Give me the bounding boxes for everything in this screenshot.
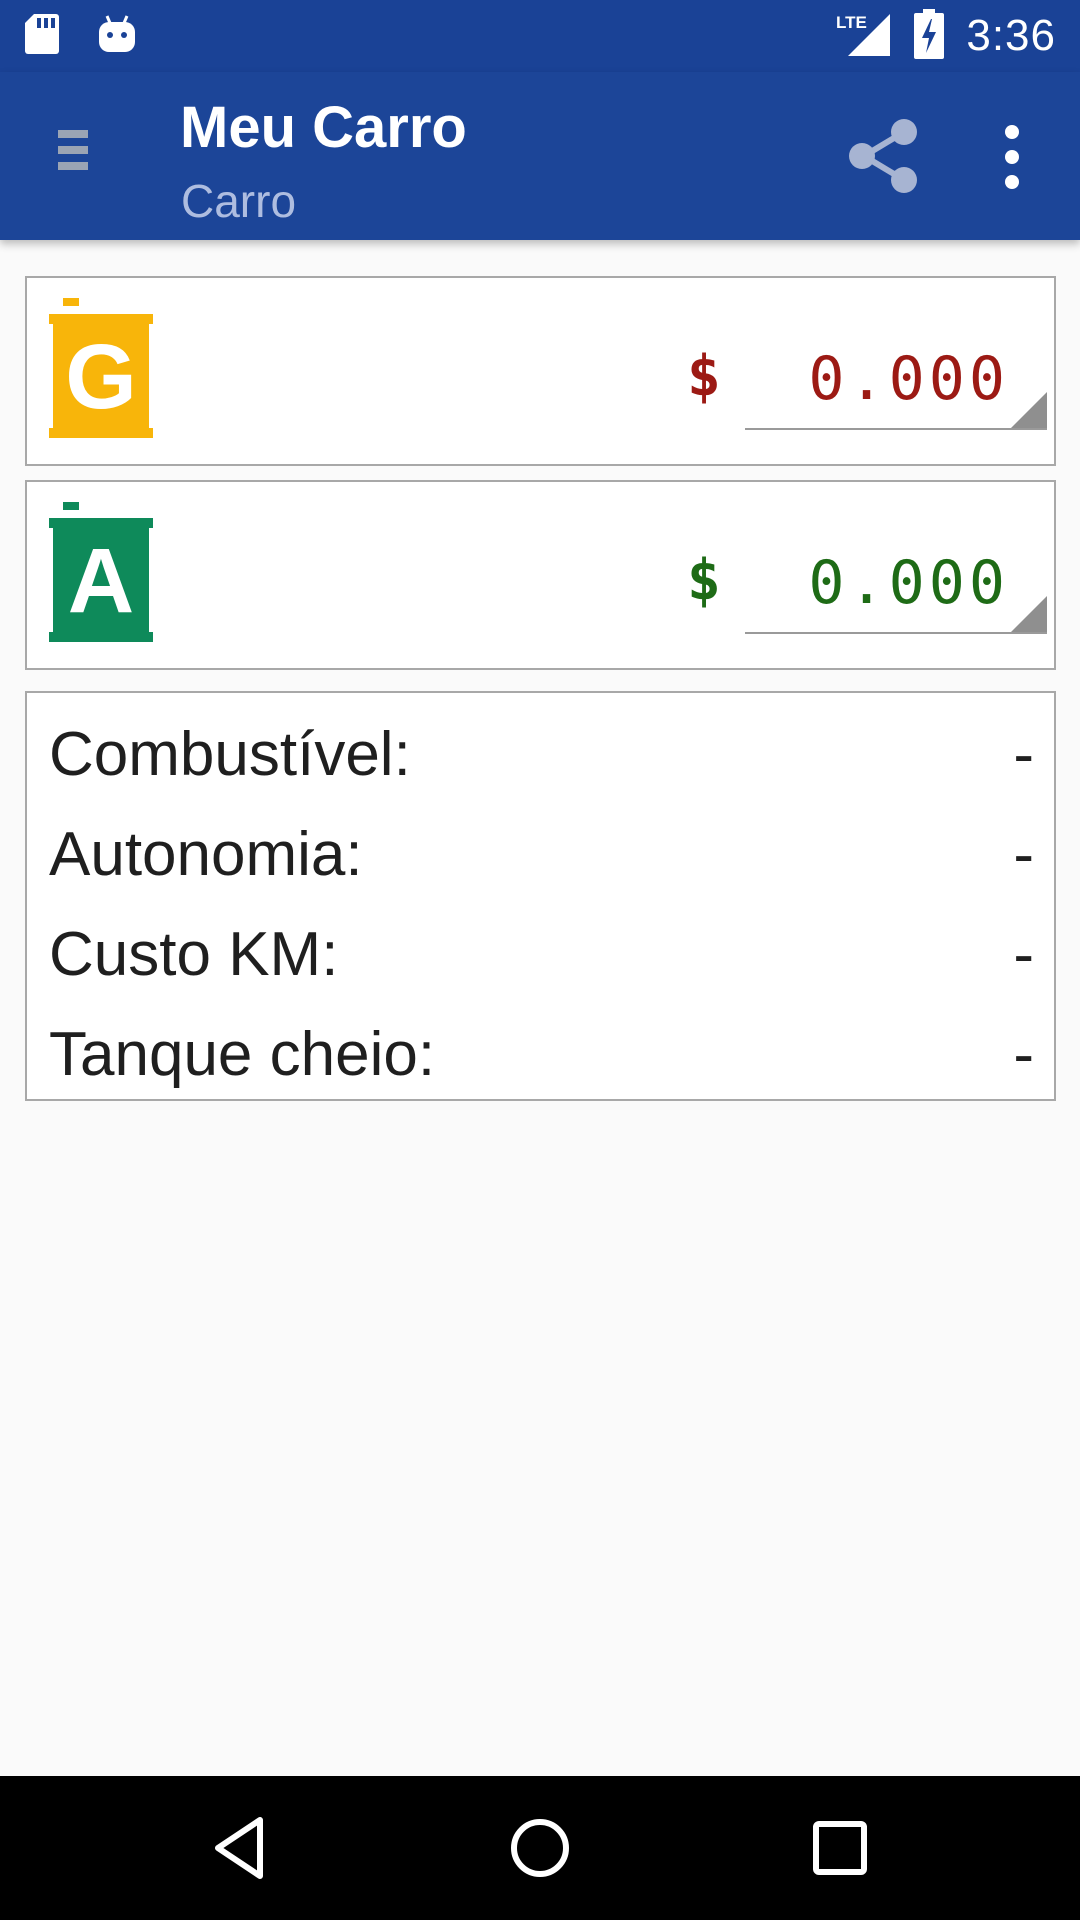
cost-km-label: Custo KM: [49,920,339,989]
alcohol-price-value: 0.000 [808,548,1009,618]
svg-text:A: A [68,530,134,632]
status-bar: LTE 3:36 [0,0,1080,72]
gasoline-price-input[interactable]: 0.000 [745,326,1047,430]
svg-text:LTE: LTE [836,13,867,32]
more-vert-icon [1005,125,1019,189]
recents-button[interactable] [800,1808,880,1888]
sd-card-icon [24,12,60,61]
more-options-button[interactable] [990,122,1034,192]
alcohol-price-input[interactable]: 0.000 [745,530,1047,634]
currency-symbol: $ [687,548,721,613]
back-button[interactable] [200,1808,280,1888]
gasoline-card: G $ 0.000 [25,276,1056,466]
recents-icon [813,1821,867,1875]
autonomy-label: Autonomia: [49,820,363,889]
menu-button[interactable] [50,130,100,182]
battery-charging-icon [914,8,945,64]
status-time: 3:36 [966,11,1056,60]
fuel-label: Combustível: [49,720,411,789]
share-icon [849,119,917,193]
alcohol-card: A $ 0.000 [25,480,1056,670]
gasoline-can-icon: G [49,298,153,448]
fuel-value: - [1013,720,1034,789]
input-corner-indicator [1011,392,1047,428]
full-tank-row: Tanque cheio: - [27,1011,1054,1111]
app-title: Meu Carro [180,95,467,160]
app-subtitle: Carro [181,175,297,227]
autonomy-value: - [1013,820,1034,889]
alcohol-can-icon: A [49,502,153,652]
fuel-row: Combustível: - [27,711,1054,811]
android-icon [98,14,136,59]
input-corner-indicator [1011,596,1047,632]
share-button[interactable] [840,112,928,200]
cost-km-row: Custo KM: - [27,911,1054,1011]
gasoline-price-value: 0.000 [808,344,1009,414]
lte-signal-icon: LTE [836,10,892,63]
app-bar: Meu Carro Carro [0,72,1080,240]
back-icon [215,1817,263,1879]
svg-text:G: G [65,326,137,428]
full-tank-value: - [1013,1020,1034,1089]
full-tank-label: Tanque cheio: [49,1020,436,1089]
currency-symbol: $ [687,344,721,409]
home-button[interactable] [500,1808,580,1888]
autonomy-row: Autonomia: - [27,811,1054,911]
navigation-bar [0,1776,1080,1920]
cost-km-value: - [1013,920,1034,989]
results-card: Combustível: - Autonomia: - Custo KM: - … [25,691,1056,1101]
home-icon [511,1819,569,1877]
menu-icon [58,130,88,138]
